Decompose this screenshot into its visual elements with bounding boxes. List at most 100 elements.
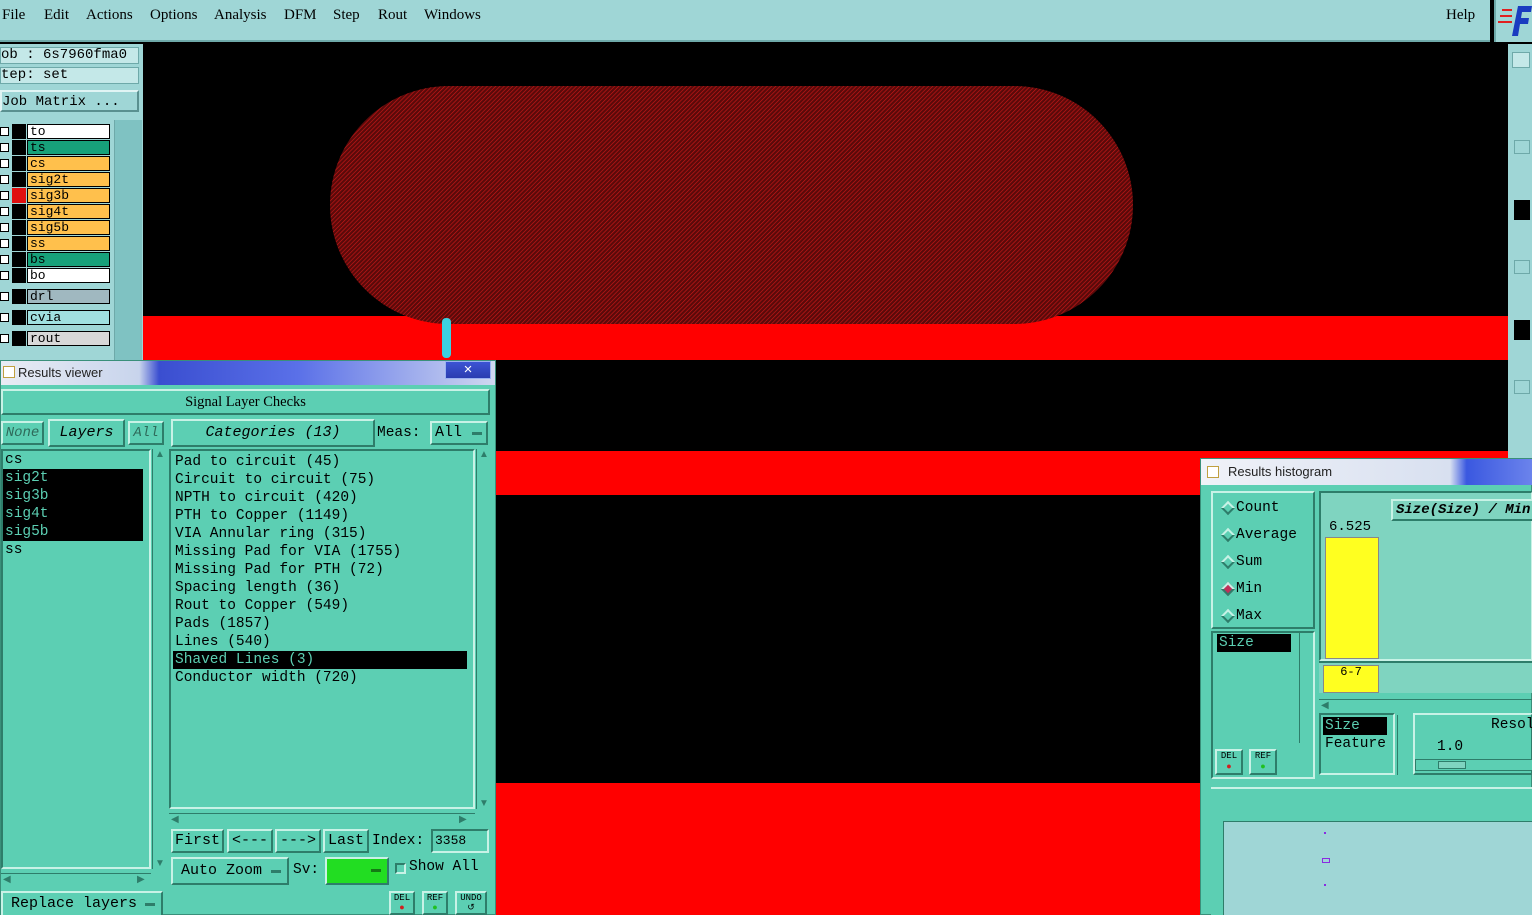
layer-checkbox[interactable] — [0, 127, 9, 136]
index-input[interactable]: 3358 — [431, 829, 489, 853]
layer-name[interactable]: drl — [27, 289, 110, 304]
category-item[interactable]: Lines (540) — [173, 633, 467, 651]
layer-checkbox[interactable] — [0, 159, 9, 168]
close-icon[interactable] — [1512, 52, 1530, 68]
layer-list-vscroll[interactable]: ▲ ▼ — [152, 449, 166, 869]
layer-row-cs[interactable]: cs — [0, 156, 112, 171]
scroll-left-icon[interactable]: ◀ — [1321, 700, 1329, 711]
layer-row-rout[interactable]: rout — [0, 331, 112, 346]
layer-list-item[interactable]: sig2t — [3, 469, 143, 487]
layer-row-cvia[interactable]: cvia — [0, 310, 112, 325]
scroll-down-icon[interactable]: ▼ — [479, 798, 489, 809]
layer-row-drl[interactable]: drl — [0, 289, 112, 304]
layer-name[interactable]: bs — [27, 252, 110, 267]
menu-help[interactable]: Help — [1446, 7, 1475, 24]
category-item[interactable]: Pads (1857) — [173, 615, 467, 633]
layer-color-swatch[interactable] — [12, 268, 26, 283]
hist-ref-button[interactable]: REF ● — [1249, 749, 1277, 775]
layer-name[interactable]: sig2t — [27, 172, 110, 187]
category-item[interactable]: Rout to Copper (549) — [173, 597, 467, 615]
layer-color-swatch[interactable] — [12, 124, 26, 139]
layer-list-scrollbar[interactable] — [114, 120, 142, 360]
layer-name[interactable]: bo — [27, 268, 110, 283]
layer-color-swatch[interactable] — [12, 236, 26, 251]
preview-canvas[interactable] — [1223, 821, 1532, 915]
layer-name[interactable]: to — [27, 124, 110, 139]
previous-button[interactable]: <--- — [227, 829, 273, 853]
scroll-right-icon[interactable]: ▶ — [459, 814, 467, 825]
undo-button[interactable]: UNDO ↺ — [455, 891, 487, 915]
layer-row-bo[interactable]: bo — [0, 268, 112, 283]
attribute-list-item[interactable]: Size — [1323, 717, 1387, 735]
layer-row-sig4t[interactable]: sig4t — [0, 204, 112, 219]
category-item[interactable]: VIA Annular ring (315) — [173, 525, 467, 543]
close-button[interactable]: × — [445, 361, 491, 379]
scroll-down-icon[interactable]: ▼ — [155, 858, 165, 869]
tool-icon[interactable] — [1514, 200, 1530, 220]
layer-list-hscroll[interactable]: ◀ ▶ — [1, 873, 151, 887]
results-viewer-titlebar[interactable]: Results viewer × — [1, 361, 495, 385]
layer-name[interactable]: ts — [27, 140, 110, 155]
layer-list-item[interactable]: sig3b — [3, 487, 143, 505]
attribute-list[interactable]: Size Feature — [1323, 717, 1387, 753]
del-button[interactable]: DEL ● — [389, 891, 415, 915]
category-item[interactable]: Shaved Lines (3) — [173, 651, 467, 669]
layer-row-bs[interactable]: bs — [0, 252, 112, 267]
layer-checkbox[interactable] — [0, 239, 9, 248]
field-list-item[interactable]: Size — [1217, 634, 1291, 652]
menu-edit[interactable]: Edit — [44, 7, 69, 24]
auto-zoom-dropdown[interactable]: Auto Zoom — [171, 857, 289, 885]
hist-del-button[interactable]: DEL ● — [1215, 749, 1243, 775]
histogram-bar[interactable] — [1325, 537, 1379, 659]
layer-checkbox[interactable] — [0, 191, 9, 200]
field-list-vscroll[interactable] — [1299, 633, 1313, 743]
category-item[interactable]: Missing Pad for PTH (72) — [173, 561, 467, 579]
layer-list-item[interactable]: sig5b — [3, 523, 143, 541]
layer-color-swatch[interactable] — [12, 204, 26, 219]
scroll-up-icon[interactable]: ▲ — [155, 449, 165, 460]
layer-row-to[interactable]: to — [0, 124, 112, 139]
attr-list-vscroll[interactable] — [1397, 715, 1411, 775]
slider-thumb[interactable] — [1438, 761, 1466, 769]
scroll-up-icon[interactable]: ▲ — [479, 449, 489, 460]
layer-list-item[interactable]: sig4t — [3, 505, 143, 523]
layer-checkbox[interactable] — [0, 207, 9, 216]
layer-checkbox[interactable] — [0, 313, 9, 322]
layer-checkbox[interactable] — [0, 143, 9, 152]
check-icon[interactable] — [1514, 140, 1530, 154]
layer-name[interactable]: cvia — [27, 310, 110, 325]
scroll-left-icon[interactable]: ◀ — [171, 814, 179, 825]
graph-hscroll[interactable]: ◀ — [1319, 699, 1532, 711]
layer-name[interactable]: sig5b — [27, 220, 110, 235]
layer-name[interactable]: cs — [27, 156, 110, 171]
layer-checkbox[interactable] — [0, 223, 9, 232]
replace-layers-dropdown[interactable]: Replace layers — [1, 891, 163, 915]
layer-checkbox[interactable] — [0, 271, 9, 280]
field-list[interactable]: Size — [1217, 634, 1291, 652]
first-button[interactable]: First — [171, 829, 224, 853]
all-button[interactable]: All — [128, 421, 164, 445]
layer-row-sig5b[interactable]: sig5b — [0, 220, 112, 235]
layer-row-sig2t[interactable]: sig2t — [0, 172, 112, 187]
sv-color-dropdown[interactable] — [325, 857, 389, 885]
category-item[interactable]: PTH to Copper (1149) — [173, 507, 467, 525]
category-item[interactable]: Pad to circuit (45) — [173, 453, 467, 471]
menu-rout[interactable]: Rout — [378, 7, 407, 24]
resolution-slider[interactable] — [1415, 759, 1532, 771]
layer-list-item[interactable]: ss — [3, 541, 143, 559]
show-all-checkbox[interactable] — [395, 863, 406, 874]
layer-checkbox[interactable] — [0, 255, 9, 264]
histogram-titlebar[interactable]: Results histogram — [1201, 459, 1532, 485]
layer-list-item[interactable]: cs — [3, 451, 143, 469]
menu-options[interactable]: Options — [150, 7, 198, 24]
layer-checkbox[interactable] — [0, 175, 9, 184]
category-list-vscroll[interactable]: ▲ ▼ — [476, 449, 490, 809]
menu-step[interactable]: Step — [333, 7, 360, 24]
scroll-left-icon[interactable]: ◀ — [3, 874, 11, 885]
check-icon-3[interactable] — [1514, 380, 1530, 394]
layer-checkbox[interactable] — [0, 334, 9, 343]
menu-dfm[interactable]: DFM — [284, 7, 317, 24]
layer-name[interactable]: rout — [27, 331, 110, 346]
layer-results-list[interactable]: cs sig2t sig3b sig4t sig5b ss — [1, 449, 151, 869]
category-item[interactable]: Missing Pad for VIA (1755) — [173, 543, 467, 561]
